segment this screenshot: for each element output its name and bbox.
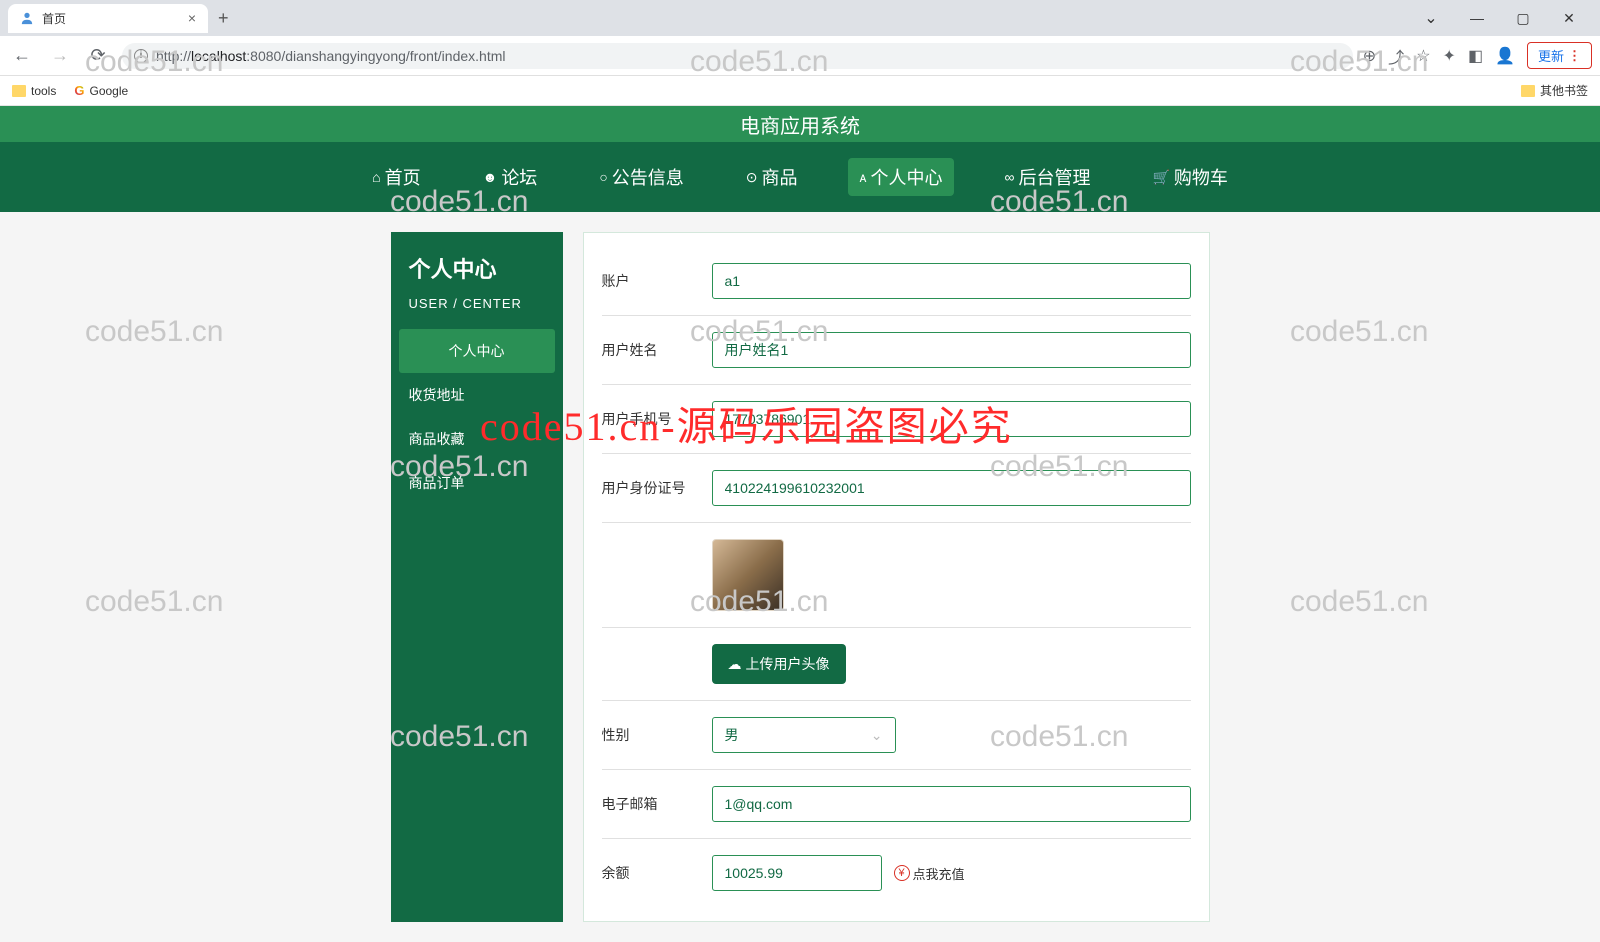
sidebar-item-address[interactable]: 收货地址 bbox=[391, 373, 563, 417]
email-label: 电子邮箱 bbox=[602, 794, 712, 814]
minimize-icon[interactable]: — bbox=[1454, 2, 1500, 34]
recharge-link[interactable]: ¥ 点我充值 bbox=[894, 864, 965, 883]
side-panel-icon[interactable]: ◧ bbox=[1468, 46, 1483, 66]
forward-icon[interactable]: → bbox=[46, 45, 74, 66]
chevron-down-icon: ⌄ bbox=[871, 727, 883, 744]
tab-bar: 首页 × + ⌄ — ▢ ✕ bbox=[0, 0, 1600, 36]
main-nav: ⌂首页 ☻论坛 ○公告信息 ⊙商品 ᴀ个人中心 ∞后台管理 🛒购物车 bbox=[0, 142, 1600, 212]
sidebar: 个人中心 USER / CENTER 个人中心 收货地址 商品收藏 商品订单 bbox=[391, 232, 563, 922]
nav-admin[interactable]: ∞后台管理 bbox=[992, 158, 1102, 196]
profile-icon[interactable]: 👤 bbox=[1495, 46, 1515, 66]
notice-icon: ○ bbox=[599, 169, 607, 185]
nav-notice[interactable]: ○公告信息 bbox=[587, 158, 695, 196]
name-label: 用户姓名 bbox=[602, 340, 712, 360]
link-icon: ∞ bbox=[1004, 169, 1014, 185]
profile-form: 账户 用户姓名 用户手机号 用户身份证号 ☁ 上传用户头像 bbox=[583, 232, 1210, 922]
sidebar-item-orders[interactable]: 商品订单 bbox=[391, 461, 563, 505]
balance-input[interactable] bbox=[712, 855, 882, 891]
nav-cart[interactable]: 🛒购物车 bbox=[1140, 158, 1239, 196]
phone-input[interactable] bbox=[712, 401, 1191, 437]
new-tab-button[interactable]: + bbox=[208, 4, 239, 33]
cart-icon: 🛒 bbox=[1152, 169, 1169, 186]
maximize-icon[interactable]: ▢ bbox=[1500, 2, 1546, 34]
balance-label: 余额 bbox=[602, 863, 712, 883]
close-window-icon[interactable]: ✕ bbox=[1546, 2, 1592, 34]
account-label: 账户 bbox=[602, 271, 712, 291]
window-controls: ⌄ — ▢ ✕ bbox=[1408, 2, 1592, 34]
tab-title: 首页 bbox=[42, 10, 66, 27]
folder-icon bbox=[12, 85, 26, 97]
sidebar-title: 个人中心 bbox=[409, 252, 545, 284]
avatar bbox=[712, 539, 784, 611]
phone-label: 用户手机号 bbox=[602, 409, 712, 429]
forum-icon: ☻ bbox=[483, 169, 498, 185]
tag-icon: ⊙ bbox=[746, 169, 758, 186]
nav-goods[interactable]: ⊙商品 bbox=[734, 158, 810, 196]
close-icon[interactable]: × bbox=[188, 10, 196, 26]
back-icon[interactable]: ← bbox=[8, 45, 36, 66]
zoom-icon[interactable]: ⊕ bbox=[1363, 46, 1376, 66]
name-input[interactable] bbox=[712, 332, 1191, 368]
bookmark-google[interactable]: G Google bbox=[74, 83, 128, 98]
cloud-upload-icon: ☁ bbox=[728, 656, 742, 673]
update-button[interactable]: 更新⋮ bbox=[1527, 42, 1592, 69]
user-icon: ᴀ bbox=[860, 169, 867, 185]
account-input[interactable] bbox=[712, 263, 1191, 299]
nav-user-center[interactable]: ᴀ个人中心 bbox=[848, 158, 955, 196]
nav-home[interactable]: ⌂首页 bbox=[360, 158, 432, 196]
gender-select[interactable]: 男 ⌄ bbox=[712, 717, 896, 753]
upload-avatar-button[interactable]: ☁ 上传用户头像 bbox=[712, 644, 846, 684]
email-input[interactable] bbox=[712, 786, 1191, 822]
bookmark-bar: tools G Google 其他书签 bbox=[0, 76, 1600, 106]
gender-label: 性别 bbox=[602, 725, 712, 745]
browser-tab[interactable]: 首页 × bbox=[8, 4, 208, 33]
site-title: 电商应用系统 bbox=[0, 106, 1600, 142]
folder-icon bbox=[1521, 85, 1535, 97]
address-bar: ← → ⟳ i http://localhost:8080/dianshangy… bbox=[0, 36, 1600, 76]
share-icon[interactable]: ⤴ bbox=[1388, 44, 1404, 68]
sidebar-item-favorites[interactable]: 商品收藏 bbox=[391, 417, 563, 461]
extensions-icon[interactable]: ✦ bbox=[1443, 46, 1456, 66]
nav-forum[interactable]: ☻论坛 bbox=[471, 158, 550, 196]
home-icon: ⌂ bbox=[372, 169, 380, 185]
url-input[interactable]: i http://localhost:8080/dianshangyingyon… bbox=[122, 43, 1353, 69]
favicon bbox=[20, 11, 34, 25]
sidebar-subtitle: USER / CENTER bbox=[409, 296, 545, 311]
yen-icon: ¥ bbox=[894, 865, 910, 881]
tab-dropdown-icon[interactable]: ⌄ bbox=[1408, 2, 1454, 34]
idcard-input[interactable] bbox=[712, 470, 1191, 506]
bookmark-tools[interactable]: tools bbox=[12, 84, 56, 98]
reload-icon[interactable]: ⟳ bbox=[84, 45, 112, 66]
star-icon[interactable]: ☆ bbox=[1416, 46, 1430, 66]
sidebar-item-profile[interactable]: 个人中心 bbox=[399, 329, 555, 373]
bookmark-other[interactable]: 其他书签 bbox=[1521, 82, 1588, 99]
url-text: http://localhost:8080/dianshangyingyong/… bbox=[156, 48, 506, 64]
idcard-label: 用户身份证号 bbox=[602, 478, 712, 498]
info-icon: i bbox=[134, 49, 148, 63]
google-icon: G bbox=[74, 83, 84, 98]
